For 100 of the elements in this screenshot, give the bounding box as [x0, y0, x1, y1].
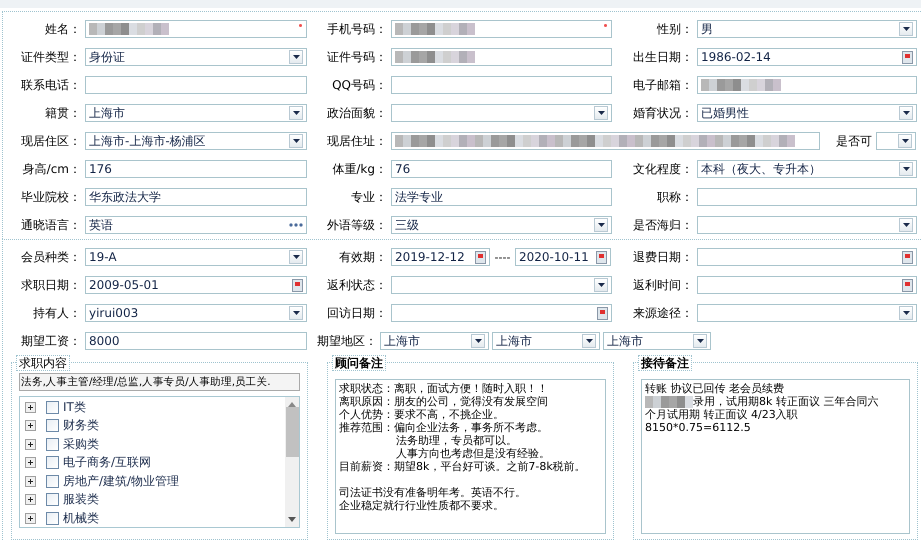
notes-textarea[interactable]: 求职状态：离职，面试方便！随时入职！！ 离职原因：朋友的公司，觉得没有发展空间 个人优势：要求不高，不挑企业。 推荐范围：偏向企业法务，事务所不考虑。 法务助理，专员都可以。 人事方向也考虑但是没有经验。 目前薪资：期望8k，平台好可谈。之前7-8k税前。 司法证书没有准备明年考。英语不行。 企业稳定就行行业性质都不要求。	[335, 379, 606, 534]
tree-item[interactable]: 机械类	[63, 510, 99, 527]
checkbox[interactable]	[46, 400, 59, 414]
checkbox[interactable]	[46, 493, 59, 506]
dropdown[interactable]: 本科（夜大、专升本）	[697, 160, 917, 178]
field-label: 毕业院校：	[20, 188, 81, 206]
calendar-icon[interactable]	[902, 278, 913, 292]
field-label: 专业：	[350, 188, 387, 206]
dropdown[interactable]: 身份证	[85, 48, 307, 66]
panel-title: 求职内容	[16, 355, 70, 371]
tree-item[interactable]: 电子商务/互联网	[63, 454, 152, 472]
field-label: 证件号码：	[326, 48, 387, 66]
date-field[interactable]: 2020-10-11	[515, 248, 611, 266]
text-field[interactable]: 76	[391, 160, 612, 178]
text-field[interactable]: 176	[85, 160, 307, 178]
dropdown[interactable]: 三级	[391, 216, 612, 234]
date-field[interactable]: 2009-05-01	[85, 276, 307, 294]
scrollbar[interactable]	[285, 397, 299, 527]
calendar-icon[interactable]	[902, 50, 913, 64]
dropdown[interactable]: 上海市	[492, 332, 600, 350]
field-label: 回访日期：	[326, 304, 387, 322]
tree-item[interactable]: 财务类	[63, 417, 99, 434]
field-label: QQ号码：	[331, 76, 387, 94]
field-label: 期望地区：	[316, 332, 377, 350]
tree-item[interactable]: 房地产/建筑/物业管理	[63, 472, 180, 490]
field-label: 身高/cm：	[22, 160, 81, 178]
field-label: 证件类型：	[20, 48, 81, 66]
text-field[interactable]: 8000	[85, 332, 307, 350]
calendar-icon[interactable]	[597, 306, 608, 320]
text-field[interactable]	[697, 188, 917, 206]
expand-icon[interactable]	[25, 438, 36, 450]
expand-icon[interactable]	[25, 402, 36, 413]
field-label: 出生日期：	[632, 48, 693, 66]
text-field[interactable]	[391, 48, 612, 66]
field-label: 手机号码：	[326, 20, 387, 38]
calendar-icon[interactable]	[292, 278, 303, 292]
checkbox[interactable]	[46, 474, 59, 488]
notes-text: 企业稳定就行行业性质都不要求。	[339, 499, 504, 512]
text-field[interactable]	[391, 76, 612, 94]
field-label: 姓名：	[44, 20, 81, 38]
calendar-icon[interactable]	[475, 250, 486, 264]
date-field[interactable]	[391, 304, 612, 322]
checkbox[interactable]	[46, 456, 59, 470]
expand-icon[interactable]	[25, 476, 36, 487]
notes-text: 8150*0.75=6112.5	[645, 421, 751, 434]
field-label: 通晓语言：	[20, 216, 81, 234]
checkbox[interactable]	[46, 419, 59, 432]
text-field[interactable]: 华东政法大学	[85, 188, 307, 206]
text-field[interactable]	[85, 20, 307, 38]
text-field[interactable]	[85, 76, 307, 94]
dropdown[interactable]: 上海市	[380, 332, 489, 350]
field-label: 性别：	[656, 20, 693, 38]
field-label: 是否海归：	[632, 216, 693, 234]
tree-item[interactable]: 采购类	[63, 436, 99, 453]
scroll-down-icon[interactable]	[288, 517, 296, 522]
text-field[interactable]	[697, 76, 917, 94]
selection-field[interactable]: 法务,人事主管/经理/总监,人事专员/人事助理,员工关.	[19, 373, 300, 391]
dropdown[interactable]: yirui003	[85, 304, 307, 322]
dropdown[interactable]: 男	[697, 20, 917, 38]
field-label: 会员种类：	[20, 248, 81, 266]
calendar-icon[interactable]	[596, 250, 607, 264]
field-label: 婚育状况：	[632, 104, 693, 122]
expand-icon[interactable]	[25, 457, 36, 468]
field-label: 电子邮箱：	[632, 76, 693, 94]
field-label: 是否可	[836, 132, 872, 150]
tree-item[interactable]: 服装类	[63, 491, 99, 508]
field-label: 持有人：	[32, 304, 81, 322]
text-field[interactable]	[391, 132, 820, 150]
notes-text: 求职状态：离职，面试方便！随时入职！！	[339, 382, 548, 395]
checkbox[interactable]	[46, 512, 59, 525]
expand-icon[interactable]	[25, 494, 36, 506]
calendar-icon[interactable]	[902, 250, 913, 264]
notes-text: 法务助理，专员都可以。	[396, 434, 517, 447]
dropdown[interactable]: 19-A	[85, 248, 307, 266]
field-label: 文化程度：	[632, 160, 693, 178]
checkbox[interactable]	[46, 438, 59, 451]
dropdown[interactable]: 已婚男性	[697, 104, 917, 122]
field-label: 期望工资：	[20, 332, 81, 350]
text-field[interactable]: 法学专业	[391, 188, 612, 206]
notes-text: 个月试用期 转正面议 4/23入职	[645, 408, 798, 421]
field-label: 政治面貌：	[326, 104, 387, 122]
dropdown[interactable]: 上海市	[85, 104, 307, 122]
date-field[interactable]: 2019-12-12	[391, 248, 490, 266]
field-label: 返利时间：	[632, 276, 693, 294]
text-field[interactable]	[391, 20, 612, 38]
dropdown[interactable]: 上海市-上海市-杨浦区	[85, 132, 307, 150]
text-field[interactable]: 英语	[85, 216, 307, 234]
expand-icon[interactable]	[25, 512, 36, 524]
date-field[interactable]	[697, 276, 917, 294]
expand-icon[interactable]	[25, 420, 36, 432]
date-field[interactable]: 1986-02-14	[697, 48, 917, 66]
notes-text: 个人优势：要求不高，不挑企业。	[339, 408, 504, 421]
date-field[interactable]	[697, 248, 917, 266]
tree-item[interactable]: IT类	[63, 398, 86, 416]
field-label: 体重/kg：	[331, 160, 387, 178]
dropdown[interactable]: 上海市	[603, 332, 711, 350]
more-icon[interactable]	[289, 223, 303, 227]
notes-textarea[interactable]: 转账 协议已回传 老会员续费 录用，试用期8k 转正面议 三年合同六 个月试用期 转正面议 4/23入职 8150*0.75=6112.5	[641, 379, 910, 534]
notes-text: 推荐范围：偏向企业法务，事务所不考虑。	[339, 421, 548, 434]
field-label: 返利状态：	[326, 276, 387, 294]
